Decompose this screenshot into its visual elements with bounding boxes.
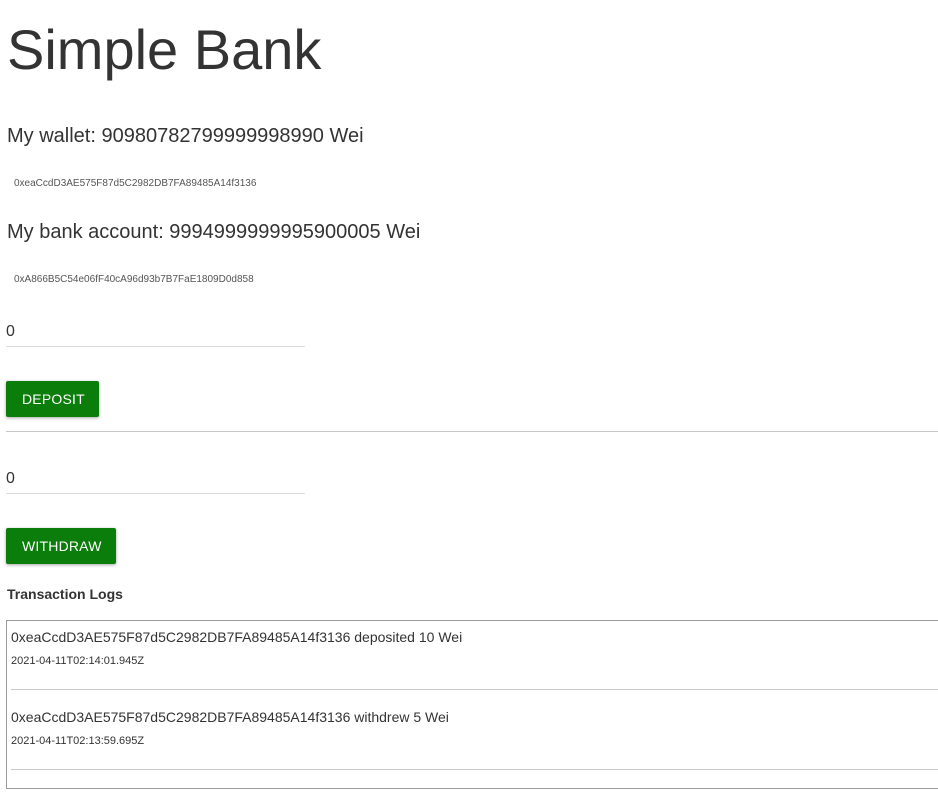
transaction-logs-heading: Transaction Logs xyxy=(7,586,123,602)
log-entry-message: 0xeaCcdD3AE575F87d5C2982DB7FA89485A14f31… xyxy=(11,709,449,725)
log-entry: 0xeaCcdD3AE575F87d5C2982DB7FA89485A14f31… xyxy=(11,629,938,668)
log-divider xyxy=(11,689,938,690)
section-divider xyxy=(6,431,938,432)
deposit-button[interactable]: DEPOSIT xyxy=(6,381,99,417)
withdraw-amount-input[interactable] xyxy=(6,465,305,494)
transaction-logs-list[interactable]: 0xeaCcdD3AE575F87d5C2982DB7FA89485A14f31… xyxy=(6,620,938,789)
bank-account-address: 0xA866B5C54e06fF40cA96d93b7B7FaE1809D0d8… xyxy=(14,274,254,285)
wallet-address: 0xeaCcdD3AE575F87d5C2982DB7FA89485A14f31… xyxy=(14,178,257,189)
deposit-amount-input[interactable] xyxy=(6,318,305,347)
log-entry: 0xeaCcdD3AE575F87d5C2982DB7FA89485A14f31… xyxy=(11,709,938,748)
log-entry-timestamp: 2021-04-11T02:13:59.695Z xyxy=(11,735,145,747)
bank-account-balance: My bank account: 9994999999995900005 Wei xyxy=(7,221,421,243)
log-entry-timestamp: 2021-04-11T02:14:01.945Z xyxy=(11,655,145,667)
log-entry-message: 0xeaCcdD3AE575F87d5C2982DB7FA89485A14f31… xyxy=(11,629,463,645)
withdraw-button[interactable]: WITHDRAW xyxy=(6,528,116,564)
log-divider xyxy=(11,769,938,770)
page-title: Simple Bank xyxy=(7,18,322,81)
wallet-balance: My wallet: 90980782799999998990 Wei xyxy=(7,125,364,147)
